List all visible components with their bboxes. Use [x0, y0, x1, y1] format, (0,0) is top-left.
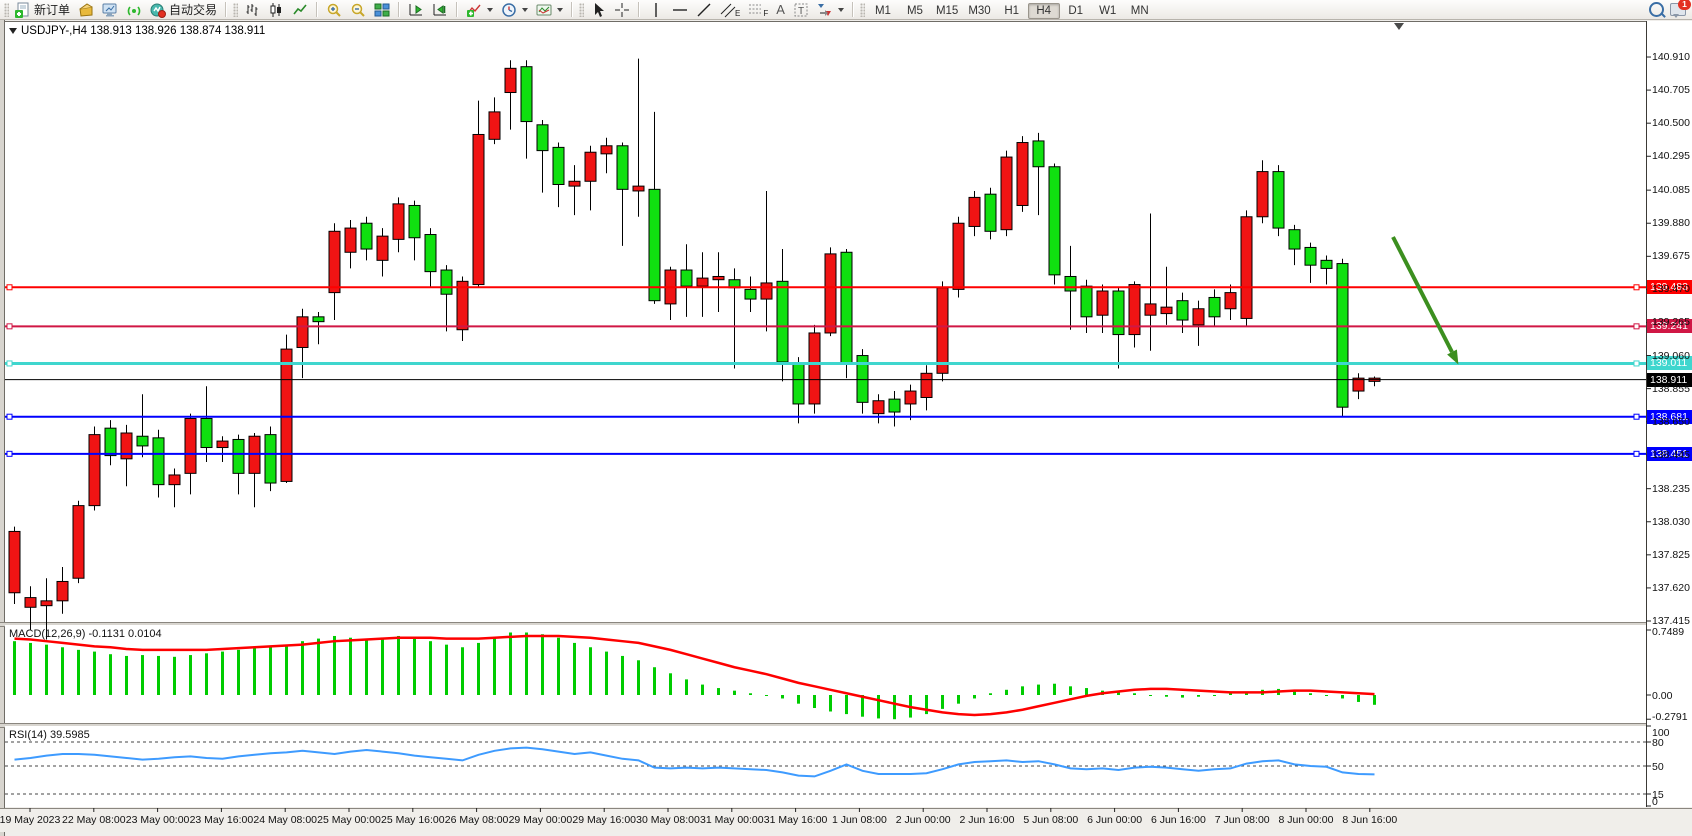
- fibonacci-tool-button[interactable]: F: [744, 0, 772, 19]
- separator: [852, 2, 854, 17]
- auto-scroll-icon: [408, 2, 424, 18]
- cursor-tool-button[interactable]: [586, 0, 610, 19]
- main-chart-panel[interactable]: [5, 21, 1646, 623]
- tile-windows-button[interactable]: [370, 0, 394, 19]
- text-tool-button[interactable]: A: [772, 0, 789, 19]
- separator: [316, 2, 318, 17]
- zoom-in-button[interactable]: [322, 0, 346, 19]
- dropdown-caret: [522, 8, 528, 12]
- monitor-icon: [102, 2, 118, 18]
- bar-chart-button[interactable]: [240, 0, 264, 19]
- tf-button-M15[interactable]: M15: [931, 3, 963, 19]
- auto-trading-icon: [150, 2, 166, 18]
- signals-button[interactable]: [122, 0, 146, 19]
- timeframe-group: M1M5M15M30H1H4D1W1MN: [867, 1, 1156, 19]
- new-order-icon: [15, 2, 31, 18]
- indicators-icon: [466, 2, 482, 18]
- mt4-terminal: { "toolbar": { "new_order_label": "新订单",…: [0, 0, 1692, 836]
- macd-panel[interactable]: [5, 625, 1646, 723]
- chart-menu-triangle-icon[interactable]: [9, 28, 17, 34]
- horizontal-line-tool-button[interactable]: [668, 0, 692, 19]
- arrows-tool-icon: [817, 2, 833, 18]
- channel-tool-button[interactable]: E: [716, 0, 744, 19]
- auto-trading-button[interactable]: 自动交易: [146, 0, 221, 19]
- text-tool-icon: A: [776, 2, 785, 17]
- text-label-icon: T: [793, 2, 809, 18]
- zoom-in-icon: [326, 2, 342, 18]
- auto-scroll-button[interactable]: [404, 0, 428, 19]
- tf-button-H1[interactable]: H1: [996, 3, 1028, 19]
- price-axis[interactable]: [1647, 21, 1692, 807]
- indicators-button[interactable]: [462, 0, 497, 19]
- tf-button-M1[interactable]: M1: [867, 3, 899, 19]
- zoom-out-icon: [350, 2, 366, 18]
- zoom-out-button[interactable]: [346, 0, 370, 19]
- time-axis[interactable]: [0, 808, 1692, 832]
- vertical-line-tool-button[interactable]: [644, 0, 668, 19]
- new-order-label: 新订单: [34, 1, 70, 18]
- separator: [456, 2, 458, 17]
- fibonacci-letter: F: [763, 9, 768, 18]
- arrows-tool-button[interactable]: [813, 0, 848, 19]
- toolbar-grip[interactable]: [233, 3, 238, 17]
- horizontal-line-icon: [672, 2, 688, 18]
- auto-trading-label: 自动交易: [169, 1, 217, 18]
- separator: [398, 2, 400, 17]
- toolbar: 新订单: [0, 0, 1692, 20]
- svg-text:T: T: [798, 6, 804, 17]
- line-chart-icon: [292, 2, 308, 18]
- rsi-panel[interactable]: [5, 726, 1646, 807]
- vertical-line-icon: [648, 2, 664, 18]
- template-icon: [536, 2, 552, 18]
- tf-button-M5[interactable]: M5: [899, 3, 931, 19]
- tf-button-D1[interactable]: D1: [1060, 3, 1092, 19]
- crosshair-icon: [614, 2, 630, 18]
- crosshair-tool-button[interactable]: [610, 0, 634, 19]
- toolbar-grip[interactable]: [579, 3, 584, 17]
- new-order-button[interactable]: 新订单: [11, 0, 74, 19]
- tf-button-W1[interactable]: W1: [1092, 3, 1124, 19]
- separator: [638, 2, 640, 17]
- separator: [225, 2, 227, 17]
- dropdown-caret: [487, 8, 493, 12]
- candlestick-chart-button[interactable]: [264, 0, 288, 19]
- toolbar-grip[interactable]: [4, 3, 9, 17]
- tf-button-H4[interactable]: H4: [1028, 3, 1060, 19]
- bar-chart-icon: [244, 2, 260, 18]
- tile-windows-icon: [374, 2, 390, 18]
- chart-shift-marker-icon[interactable]: [1394, 23, 1404, 30]
- search-icon[interactable]: [1649, 2, 1664, 17]
- text-label-tool-button[interactable]: T: [789, 0, 813, 19]
- market-watch-button[interactable]: [98, 0, 122, 19]
- clock-icon: [501, 2, 517, 18]
- history-pouch-button[interactable]: [74, 0, 98, 19]
- separator: [571, 2, 573, 17]
- candlestick-chart-icon: [268, 2, 284, 18]
- cursor-icon: [590, 2, 606, 18]
- templates-button[interactable]: [532, 0, 567, 19]
- line-chart-button[interactable]: [288, 0, 312, 19]
- trendline-icon: [696, 2, 712, 18]
- chart-title: USDJPY-,H4 138.913 138.926 138.874 138.9…: [9, 25, 265, 37]
- channel-letter: E: [735, 9, 740, 18]
- pouch-icon: [78, 2, 94, 18]
- toolbar-grip[interactable]: [860, 3, 865, 17]
- chart-shift-icon: [432, 2, 448, 18]
- chart-shift-button[interactable]: [428, 0, 452, 19]
- tf-button-MN[interactable]: MN: [1124, 3, 1156, 19]
- signal-icon: [126, 2, 142, 18]
- tf-button-M30[interactable]: M30: [963, 3, 995, 19]
- periods-button[interactable]: [497, 0, 532, 19]
- trendline-tool-button[interactable]: [692, 0, 716, 19]
- dropdown-caret: [557, 8, 563, 12]
- chat-icon[interactable]: 1: [1670, 3, 1686, 16]
- notification-badge[interactable]: 1: [1678, 0, 1691, 10]
- equidistant-channel-icon: [720, 2, 736, 18]
- fibonacci-icon: [748, 2, 764, 18]
- price-axis-border: [1646, 21, 1647, 807]
- dropdown-caret: [838, 8, 844, 12]
